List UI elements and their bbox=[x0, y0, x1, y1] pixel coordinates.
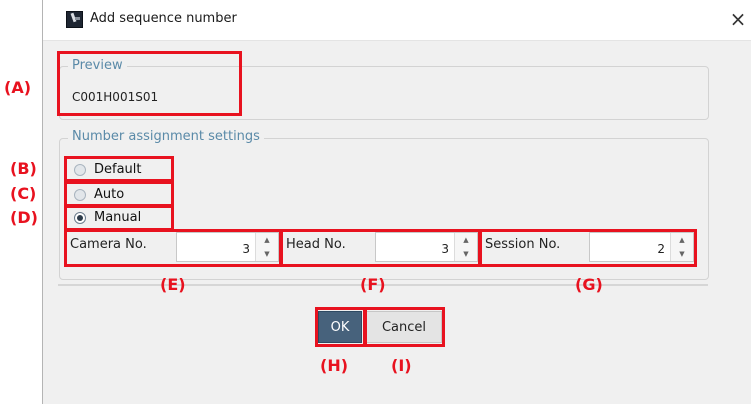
radio-auto[interactable]: Auto bbox=[70, 186, 170, 204]
camera-app-icon bbox=[66, 11, 83, 28]
preview-value: C001H001S01 bbox=[72, 90, 159, 104]
title-bar: Add sequence number × bbox=[43, 0, 751, 41]
radio-default-button[interactable] bbox=[74, 164, 86, 176]
head-number-stepper[interactable]: ▲ ▼ bbox=[454, 233, 477, 261]
session-number-label: Session No. bbox=[485, 237, 561, 252]
head-number-spinner[interactable]: 3 ▲ ▼ bbox=[375, 232, 478, 262]
spinner-up-icon[interactable]: ▲ bbox=[455, 233, 477, 247]
head-number-label: Head No. bbox=[286, 237, 346, 252]
radio-default[interactable]: Default bbox=[70, 161, 170, 179]
callout-label-c: (C) bbox=[10, 184, 37, 203]
camera-number-spinner[interactable]: 3 ▲ ▼ bbox=[176, 232, 279, 262]
spinner-down-icon[interactable]: ▼ bbox=[671, 247, 693, 261]
camera-number-label: Camera No. bbox=[70, 237, 147, 252]
callout-label-g: (G) bbox=[575, 275, 603, 294]
session-number-value[interactable]: 2 bbox=[657, 242, 665, 256]
radio-auto-label: Auto bbox=[94, 187, 125, 202]
callout-label-i: (I) bbox=[391, 356, 412, 375]
camera-number-field: Camera No. 3 ▲ ▼ bbox=[66, 232, 280, 266]
cancel-button[interactable]: Cancel bbox=[366, 311, 442, 343]
callout-label-h: (H) bbox=[320, 356, 349, 375]
callout-label-d: (D) bbox=[10, 208, 38, 227]
spinner-down-icon[interactable]: ▼ bbox=[256, 247, 278, 261]
callout-label-e: (E) bbox=[160, 275, 186, 294]
callout-label-f: (F) bbox=[360, 275, 386, 294]
radio-manual[interactable]: Manual bbox=[70, 209, 170, 227]
assignment-legend: Number assignment settings bbox=[68, 129, 264, 144]
spinner-up-icon[interactable]: ▲ bbox=[671, 233, 693, 247]
radio-manual-button[interactable] bbox=[74, 212, 86, 224]
session-number-spinner[interactable]: 2 ▲ ▼ bbox=[589, 232, 694, 262]
head-number-field: Head No. 3 ▲ ▼ bbox=[282, 232, 479, 266]
preview-legend: Preview bbox=[68, 58, 127, 73]
ok-button[interactable]: OK bbox=[318, 311, 362, 343]
dialog-title: Add sequence number bbox=[90, 11, 237, 26]
session-number-stepper[interactable]: ▲ ▼ bbox=[670, 233, 693, 261]
spinner-down-icon[interactable]: ▼ bbox=[455, 247, 477, 261]
camera-number-stepper[interactable]: ▲ ▼ bbox=[255, 233, 278, 261]
radio-manual-label: Manual bbox=[94, 210, 142, 225]
callout-label-b: (B) bbox=[10, 159, 37, 178]
radio-auto-button[interactable] bbox=[74, 189, 86, 201]
camera-number-value[interactable]: 3 bbox=[242, 242, 250, 256]
callout-label-a: (A) bbox=[4, 78, 32, 97]
head-number-value[interactable]: 3 bbox=[441, 242, 449, 256]
spinner-up-icon[interactable]: ▲ bbox=[256, 233, 278, 247]
close-icon[interactable]: × bbox=[725, 6, 751, 32]
radio-default-label: Default bbox=[94, 162, 142, 177]
session-number-field: Session No. 2 ▲ ▼ bbox=[481, 232, 695, 266]
